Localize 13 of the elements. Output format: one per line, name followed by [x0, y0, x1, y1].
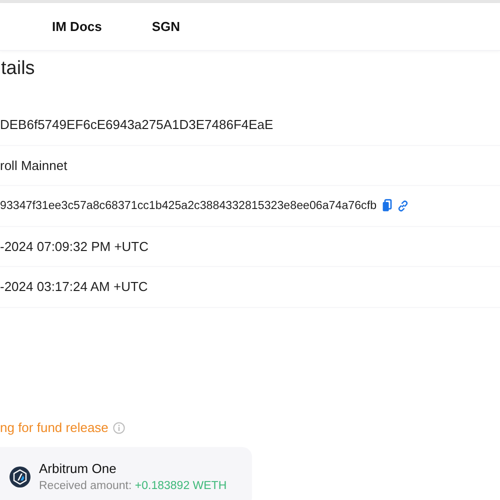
- amount-value: +0.183892 WETH: [134, 480, 227, 492]
- detail-value: -2024 03:17:24 AM +UTC: [0, 278, 148, 296]
- page-heading: tails: [1, 57, 36, 81]
- nav-link[interactable]: IM Docs: [52, 16, 102, 36]
- detail-value: 93347f31ee3c57a8c68371cc1b425a2c3884332815323e8ee06a74a76cfb: [0, 198, 377, 214]
- detail-value: -2024 07:09:32 PM +UTC: [0, 238, 148, 256]
- amount-label: Received amount:: [39, 480, 132, 492]
- chain-name: Arbitrum One: [39, 460, 118, 478]
- nav-link[interactable]: SGN: [152, 16, 180, 36]
- status-text: ng for fund release: [0, 418, 108, 437]
- chain-logo-icon: [9, 465, 31, 489]
- detail-value: DEB6f5749EF6cE6943a275A1D3E7486F4EaE: [0, 116, 274, 134]
- detail-value: roll Mainnet: [0, 156, 68, 174]
